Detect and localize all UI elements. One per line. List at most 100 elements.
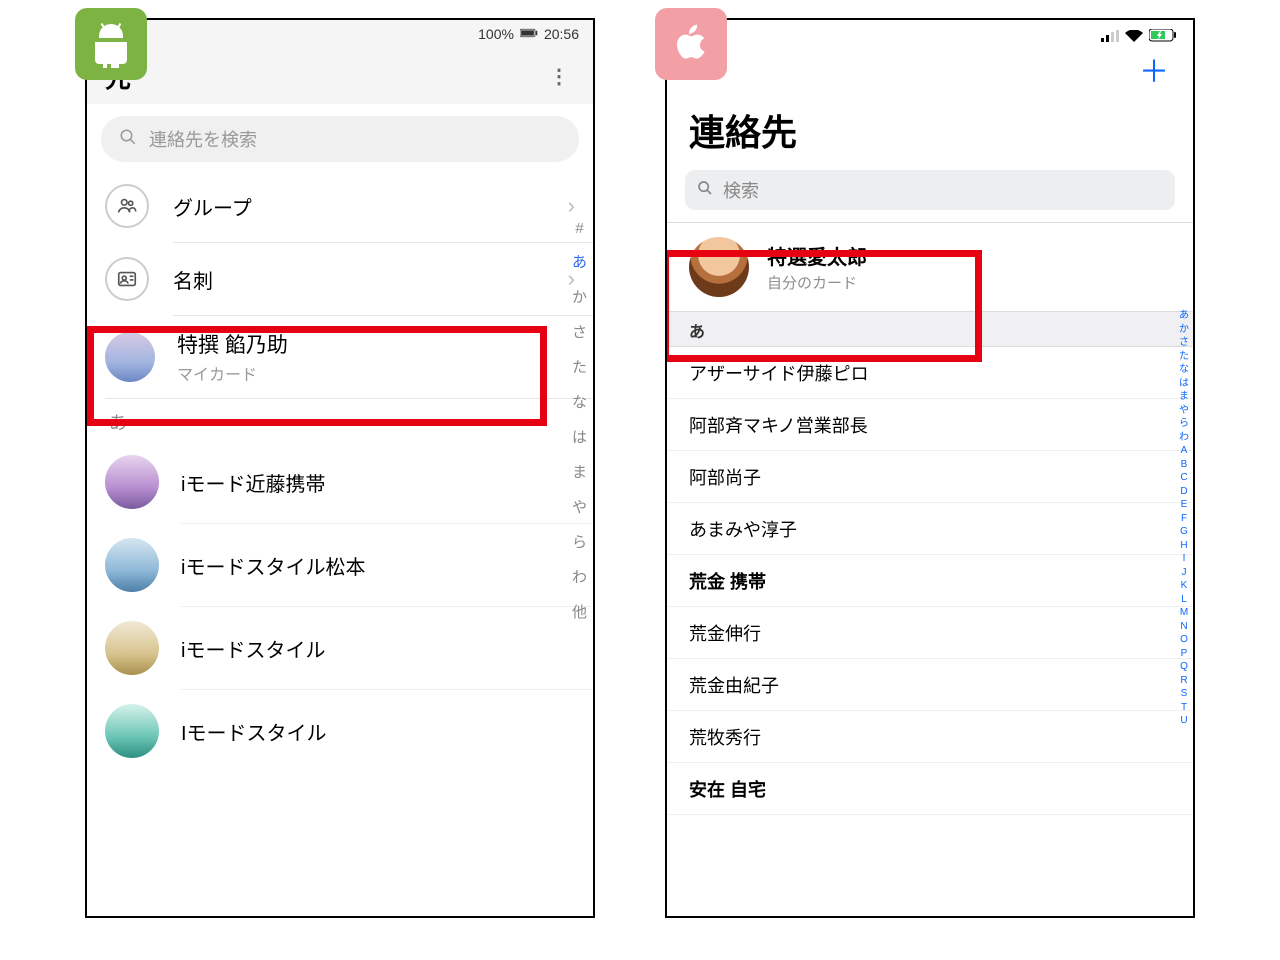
- avatar: [105, 332, 155, 382]
- page-title: 連絡先: [667, 96, 1193, 170]
- alpha-index[interactable]: あかさたなはまやらわABCDEFGHIJKLMNOPQRSTU: [1179, 310, 1189, 728]
- avatar: [105, 538, 159, 592]
- cards-label: 名刺: [173, 265, 568, 294]
- index-letter[interactable]: ら: [1179, 418, 1189, 431]
- index-letter[interactable]: F: [1179, 513, 1189, 526]
- search-placeholder: 連絡先を検索: [149, 126, 257, 152]
- index-letter[interactable]: P: [1179, 648, 1189, 661]
- contact-row[interactable]: 阿部尚子: [667, 451, 1193, 503]
- index-letter[interactable]: ま: [572, 461, 587, 482]
- index-letter[interactable]: た: [1179, 351, 1189, 364]
- groups-label: グループ: [173, 192, 568, 221]
- index-letter[interactable]: は: [572, 426, 587, 447]
- contact-row[interactable]: あまみや淳子: [667, 503, 1193, 555]
- alpha-index[interactable]: # あかさたなはまやらわ他: [572, 220, 587, 622]
- contact-row[interactable]: 荒金 携帯: [667, 555, 1193, 607]
- contact-row[interactable]: 荒金伸行: [667, 607, 1193, 659]
- index-letter[interactable]: K: [1179, 580, 1189, 593]
- index-letter[interactable]: さ: [1179, 337, 1189, 350]
- index-letter[interactable]: B: [1179, 459, 1189, 472]
- index-letter[interactable]: U: [1179, 715, 1189, 728]
- index-letter[interactable]: は: [1179, 378, 1189, 391]
- index-letter[interactable]: な: [1179, 364, 1189, 377]
- index-letter[interactable]: さ: [572, 321, 587, 342]
- section-letter: あ: [87, 399, 593, 441]
- app-titlebar: 先 ⋮: [87, 48, 593, 104]
- index-letter[interactable]: わ: [572, 566, 587, 587]
- index-letter[interactable]: N: [1179, 621, 1189, 634]
- index-letter[interactable]: わ: [1179, 432, 1189, 445]
- my-card-name: 特選愛太郎: [767, 241, 867, 270]
- contact-row[interactable]: iモード近藤携帯: [87, 441, 593, 523]
- index-letter[interactable]: た: [572, 356, 587, 377]
- index-letter[interactable]: か: [572, 286, 587, 307]
- groups-icon: [105, 184, 149, 228]
- index-letter[interactable]: や: [572, 496, 587, 517]
- chevron-right-icon: ›: [568, 193, 575, 219]
- index-letter[interactable]: E: [1179, 499, 1189, 512]
- search-placeholder: 検索: [723, 177, 759, 203]
- index-letter[interactable]: ま: [1179, 391, 1189, 404]
- contact-name: Iモードスタイル: [181, 717, 327, 746]
- index-letter[interactable]: O: [1179, 634, 1189, 647]
- contact-name: iモードスタイル: [181, 634, 325, 663]
- index-letter[interactable]: C: [1179, 472, 1189, 485]
- status-bar: [667, 20, 1193, 50]
- index-letter[interactable]: A: [1179, 445, 1189, 458]
- android-badge: [75, 8, 147, 80]
- index-letter[interactable]: J: [1179, 567, 1189, 580]
- wifi-icon: [1125, 29, 1143, 47]
- status-bar: 100% 20:56: [87, 20, 593, 48]
- my-card-sub: 自分のカード: [767, 272, 867, 293]
- groups-row[interactable]: グループ ›: [87, 170, 593, 242]
- cards-row[interactable]: 名刺 ›: [87, 243, 593, 315]
- index-letter[interactable]: D: [1179, 486, 1189, 499]
- search-icon: [119, 128, 137, 151]
- battery-pct: 100%: [478, 26, 514, 42]
- my-card-row[interactable]: 特選愛太郎 自分のカード: [667, 223, 1193, 311]
- index-letter[interactable]: や: [1179, 405, 1189, 418]
- index-letter[interactable]: ら: [572, 531, 587, 552]
- index-letter[interactable]: な: [572, 391, 587, 412]
- contact-name: iモードスタイル松本: [181, 551, 365, 580]
- overflow-menu-icon[interactable]: ⋮: [543, 60, 575, 93]
- battery-icon: [520, 26, 538, 42]
- index-letter[interactable]: M: [1179, 607, 1189, 620]
- contact-name: iモード近藤携帯: [181, 468, 325, 497]
- index-letter[interactable]: L: [1179, 594, 1189, 607]
- contact-row[interactable]: iモードスタイル: [87, 607, 593, 689]
- battery-icon: [1149, 29, 1177, 47]
- index-letter[interactable]: 他: [572, 601, 587, 622]
- add-contact-button[interactable]: ＋: [1133, 56, 1175, 90]
- contact-row[interactable]: アザーサイド伊藤ピロ: [667, 347, 1193, 399]
- avatar: [105, 455, 159, 509]
- index-letter[interactable]: T: [1179, 702, 1189, 715]
- avatar: [105, 621, 159, 675]
- index-letter[interactable]: H: [1179, 540, 1189, 553]
- contact-row[interactable]: 阿部斉マキノ営業部長: [667, 399, 1193, 451]
- index-letter[interactable]: あ: [572, 251, 587, 272]
- index-letter[interactable]: R: [1179, 675, 1189, 688]
- contact-row[interactable]: Iモードスタイル: [87, 690, 593, 772]
- card-icon: [105, 257, 149, 301]
- search-input[interactable]: 連絡先を検索: [101, 116, 579, 162]
- clock: 20:56: [544, 26, 579, 42]
- index-letter[interactable]: あ: [1179, 310, 1189, 323]
- search-icon: [697, 180, 713, 201]
- contact-row[interactable]: 荒金由紀子: [667, 659, 1193, 711]
- my-card-row[interactable]: 特撰 餡乃助 マイカード: [87, 316, 593, 398]
- index-letter[interactable]: か: [1179, 324, 1189, 337]
- index-letter[interactable]: #: [572, 220, 587, 237]
- index-letter[interactable]: I: [1179, 553, 1189, 566]
- contact-row[interactable]: 安在 自宅: [667, 763, 1193, 815]
- index-letter[interactable]: G: [1179, 526, 1189, 539]
- contact-row[interactable]: iモードスタイル松本: [87, 524, 593, 606]
- apple-badge: [655, 8, 727, 80]
- index-letter[interactable]: S: [1179, 688, 1189, 701]
- search-input[interactable]: 検索: [685, 170, 1175, 210]
- my-card-sub: マイカード: [177, 361, 288, 385]
- index-letter[interactable]: Q: [1179, 661, 1189, 674]
- nav-bar: ＋: [667, 50, 1193, 96]
- android-contacts-screen: 100% 20:56 先 ⋮ 連絡先を検索 グループ ›: [85, 18, 595, 918]
- contact-row[interactable]: 荒牧秀行: [667, 711, 1193, 763]
